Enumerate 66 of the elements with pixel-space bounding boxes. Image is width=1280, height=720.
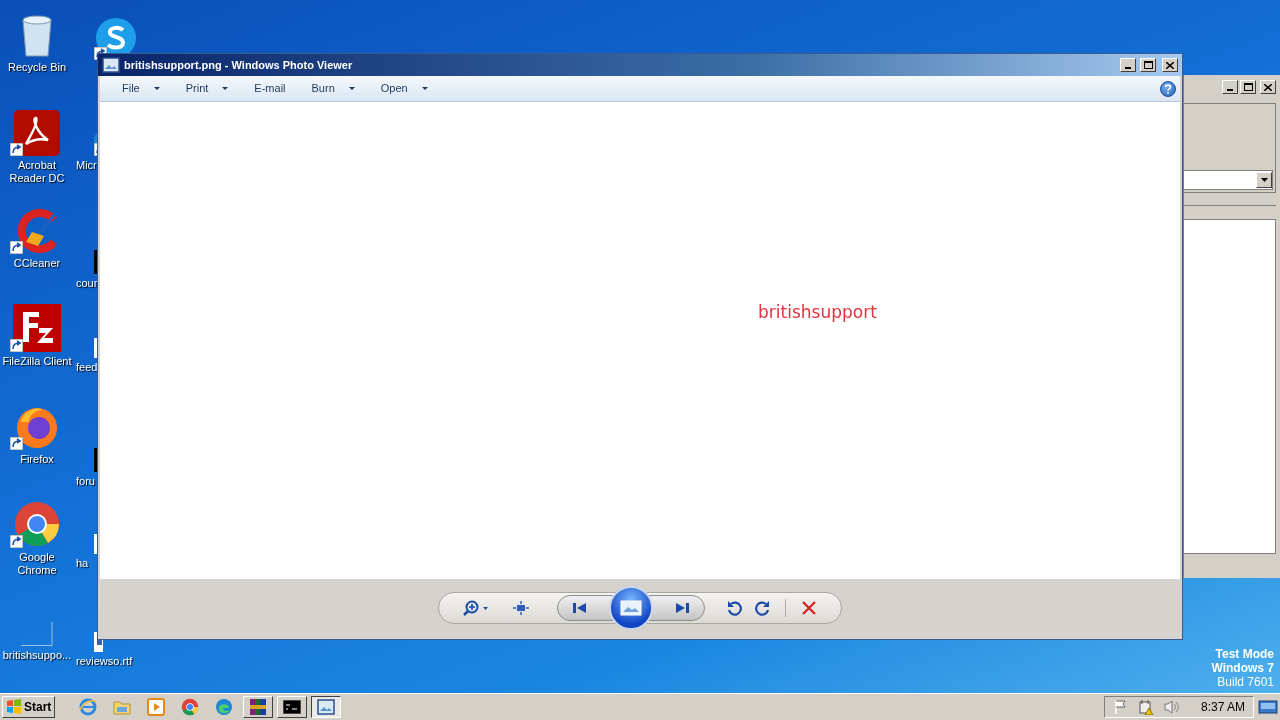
next-button[interactable] (648, 595, 705, 621)
menu-item[interactable]: Open (372, 77, 436, 100)
caret-icon (348, 87, 355, 90)
test-mode-text: Windows 7 (1211, 661, 1274, 675)
slideshow-button[interactable] (608, 586, 653, 630)
show-desktop-icon[interactable] (1258, 699, 1278, 715)
taskbar-button[interactable] (311, 696, 342, 718)
shortcut-arrow-icon (10, 535, 23, 548)
image-text: britishsupport (758, 301, 877, 324)
desktop-icon-label[interactable]: FileZilla Client (2, 355, 72, 368)
desktop-icon-label[interactable]: ha (76, 557, 89, 570)
minimize-button[interactable] (1222, 80, 1238, 94)
close-button[interactable] (1260, 80, 1276, 94)
caret-icon (222, 87, 229, 90)
close-button[interactable] (1162, 58, 1178, 72)
menu-item[interactable]: Print (177, 77, 237, 100)
previous-button[interactable] (556, 595, 613, 621)
desktop-icon-label[interactable]: reviewso.rtf (76, 655, 133, 668)
skip-forward-icon (673, 602, 690, 614)
console-icon (283, 700, 302, 714)
caret-icon (421, 87, 428, 90)
shortcut-arrow-icon (10, 339, 23, 352)
start-button[interactable]: Start (2, 696, 56, 718)
network-warning-icon[interactable] (1136, 699, 1155, 715)
test-mode-text: Build 7601 (1217, 675, 1274, 689)
speaker-icon[interactable] (1162, 699, 1181, 715)
edge-icon (215, 698, 234, 716)
test-mode-text: Test Mode (1215, 647, 1274, 661)
help-icon[interactable] (1160, 80, 1176, 97)
windows-logo-icon (6, 699, 22, 715)
desktop-icon-label[interactable]: feed (76, 361, 98, 374)
desktop-icon-label[interactable]: Google Chrome (1, 551, 73, 577)
desktop-icon-label[interactable]: Firefox (20, 453, 54, 466)
desktop-icon-label[interactable]: britishsuppo... (2, 649, 72, 662)
picture-frame-icon (102, 57, 120, 73)
clock[interactable]: 8:37 AM (1200, 698, 1245, 716)
globe-e-icon (79, 698, 98, 716)
shortcut-arrow-icon (10, 437, 23, 450)
flag-icon[interactable] (1112, 699, 1129, 715)
desktop-icon-label[interactable]: cour (76, 277, 98, 290)
folder-icon (113, 699, 132, 715)
picture-frame-icon (317, 699, 336, 715)
minimize-button[interactable] (1120, 58, 1136, 72)
skip-back-icon (571, 602, 588, 614)
picture-frame-icon (619, 600, 642, 616)
menu-item[interactable]: Burn (303, 77, 363, 100)
play-icon (147, 698, 166, 716)
shortcut-arrow-icon (10, 241, 23, 254)
window-title: britishsupport.png - Windows Photo Viewer (124, 57, 353, 73)
caret-icon (153, 87, 160, 90)
dropdown-field[interactable] (1184, 170, 1273, 190)
close-icon (1166, 61, 1174, 69)
shortcut-arrow-icon (10, 143, 23, 156)
close-icon (1264, 83, 1272, 91)
desktop-icon-label[interactable]: Micr (76, 159, 97, 172)
desktop-icon-label[interactable]: Acrobat Reader DC (1, 159, 73, 185)
maximize-button[interactable] (1140, 58, 1156, 72)
maximize-button[interactable] (1240, 80, 1256, 94)
books-icon (249, 698, 268, 716)
desktop-icon-label[interactable]: foru (76, 475, 95, 488)
desktop-icon-label[interactable]: Recycle Bin (7, 61, 67, 74)
menu-item[interactable]: File (114, 77, 168, 100)
desktop-icon-label[interactable]: CCleaner (13, 257, 61, 270)
menu-item[interactable]: E-mail (246, 77, 294, 100)
chrome-icon (181, 698, 200, 716)
caret-icon (1260, 178, 1268, 182)
